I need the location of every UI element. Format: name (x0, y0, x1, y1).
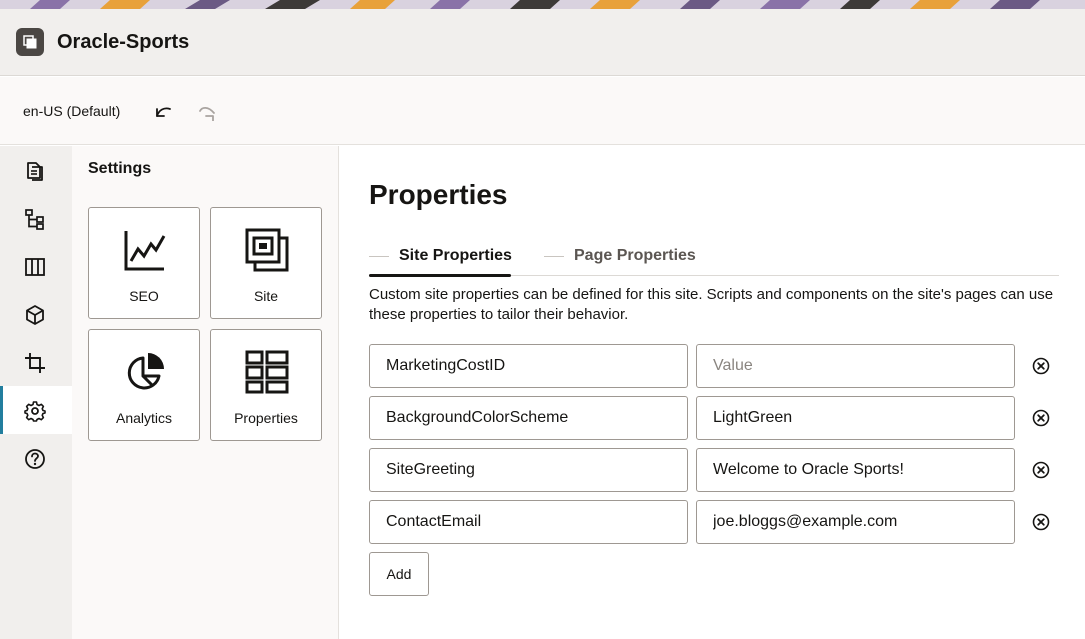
gear-icon (24, 401, 46, 422)
settings-tile-properties[interactable]: Properties (210, 329, 322, 441)
remove-property-icon[interactable] (1031, 356, 1051, 376)
property-value-input[interactable] (696, 448, 1015, 492)
rail-item-settings[interactable] (0, 386, 72, 434)
property-name-input[interactable] (369, 396, 688, 440)
properties-tabs: Site Properties Page Properties (369, 236, 1059, 277)
help-icon (25, 449, 45, 469)
property-name-input[interactable] (369, 344, 688, 388)
rail-item-components[interactable] (0, 290, 72, 338)
redo-button[interactable] (196, 100, 218, 122)
site-structure-icon (25, 209, 44, 230)
undo-icon (156, 107, 172, 117)
decorative-banner (0, 0, 1085, 9)
locale-selector[interactable]: en-US (Default) (23, 103, 120, 119)
app-header: Oracle-Sports (0, 9, 1085, 76)
navigation-rail (0, 146, 72, 639)
app-title: Oracle-Sports (57, 30, 190, 53)
settings-title: Settings (88, 160, 152, 177)
property-value-input[interactable] (696, 500, 1015, 544)
themes-icon (25, 258, 45, 276)
property-row (369, 448, 1059, 492)
main-content: Properties Site Properties Page Properti… (339, 146, 1085, 639)
remove-property-icon[interactable] (1031, 512, 1051, 532)
redo-icon (199, 106, 216, 121)
remove-property-icon[interactable] (1031, 408, 1051, 428)
settings-tile-seo[interactable]: SEO (88, 207, 200, 319)
tile-label: Properties (234, 410, 298, 426)
undo-button[interactable] (152, 100, 174, 122)
tile-label: Site (253, 288, 279, 304)
site-pages-icon (245, 228, 289, 272)
tab-site-properties[interactable]: Site Properties (369, 236, 512, 277)
rail-item-structure[interactable] (0, 194, 72, 242)
tab-page-properties[interactable]: Page Properties (544, 236, 696, 276)
tab-divider (544, 255, 564, 257)
rail-item-crop[interactable] (0, 338, 72, 386)
property-name-input[interactable] (369, 500, 688, 544)
properties-description: Custom site properties can be defined fo… (369, 286, 1054, 323)
settings-panel: Settings SEO Site Analytics Properties (72, 146, 339, 639)
components-icon (26, 305, 44, 325)
site-logo-icon (16, 28, 44, 56)
pie-chart-icon (127, 353, 164, 390)
properties-grid-icon (245, 350, 289, 394)
line-chart-icon (124, 231, 166, 271)
rail-item-help[interactable] (0, 434, 72, 482)
page-title: Properties (369, 179, 508, 210)
remove-property-icon[interactable] (1031, 460, 1051, 480)
rail-item-pages[interactable] (0, 146, 72, 194)
crop-icon (25, 353, 45, 373)
property-value-input[interactable] (696, 344, 1015, 388)
pages-icon (27, 162, 43, 181)
rail-item-themes[interactable] (0, 242, 72, 290)
property-row (369, 344, 1059, 388)
tab-divider (369, 255, 389, 257)
tile-label: SEO (129, 288, 159, 304)
tab-label: Page Properties (574, 247, 696, 264)
add-property-button[interactable]: Add (369, 552, 429, 596)
property-name-input[interactable] (369, 448, 688, 492)
property-row (369, 500, 1059, 544)
settings-tile-site[interactable]: Site (210, 207, 322, 319)
toolbar: en-US (Default) (0, 77, 1085, 145)
tab-label: Site Properties (399, 247, 512, 264)
property-row (369, 396, 1059, 440)
settings-tile-analytics[interactable]: Analytics (88, 329, 200, 441)
property-value-input[interactable] (696, 396, 1015, 440)
tile-label: Analytics (115, 410, 173, 426)
